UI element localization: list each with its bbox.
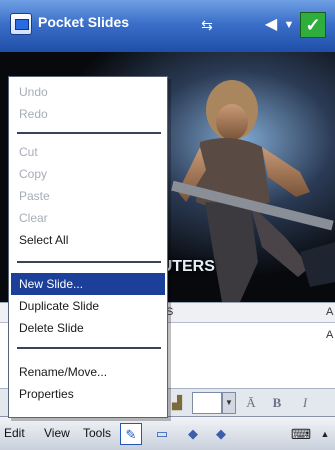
connectivity-icon[interactable]: ⇆ — [196, 14, 218, 36]
menu-item-clear[interactable]: Clear — [11, 207, 165, 229]
menu-bar: Edit View Tools ✎ ▭ ◆ ◆ ⌨ ▲ — [0, 416, 335, 450]
title-bar: Pocket Slides ⇆ ◀ ▼ ✓ — [0, 0, 335, 52]
italic-button[interactable]: I — [296, 393, 314, 413]
menu-item-cut[interactable]: Cut — [11, 141, 165, 163]
strikethrough-icon[interactable]: Ā — [242, 393, 260, 413]
edit-menu-popup: Undo Redo Cut Copy Paste Clear Select Al… — [8, 76, 168, 418]
speaker-icon[interactable]: ◀ — [260, 14, 282, 36]
notes-row-marker: A — [326, 329, 334, 341]
menu-separator — [17, 132, 161, 134]
menu-item-duplicate-slide[interactable]: Duplicate Slide — [11, 295, 165, 317]
slideshow-icon[interactable]: ▭ — [151, 423, 173, 445]
menu-item-rename-move[interactable]: Rename/Move... — [11, 361, 165, 383]
chevron-up-icon[interactable]: ▲ — [318, 423, 332, 445]
menu-item-paste[interactable]: Paste — [11, 185, 165, 207]
notes-column-header: A — [326, 306, 334, 318]
font-size-input[interactable] — [192, 392, 222, 414]
app-icon[interactable] — [10, 13, 32, 35]
signal-icon[interactable]: ▼ — [282, 14, 296, 36]
menu-item-delete-slide[interactable]: Delete Slide — [11, 317, 165, 339]
menu-separator — [17, 261, 161, 263]
menu-edit[interactable]: Edit — [4, 426, 25, 440]
previous-slide-icon[interactable]: ◆ — [182, 423, 204, 445]
menu-item-properties[interactable]: Properties — [11, 383, 165, 405]
chevron-down-icon[interactable]: ▼ — [222, 392, 236, 414]
pocket-pc-screen: Pocket Slides ⇆ ◀ ▼ ✓ PUTERS S A A ▟ ▼ Ā… — [0, 0, 335, 450]
next-slide-icon[interactable]: ◆ — [210, 423, 232, 445]
menu-item-redo[interactable]: Redo — [11, 103, 165, 125]
menu-separator — [17, 347, 161, 349]
keyboard-icon[interactable]: ⌨ — [290, 423, 312, 445]
font-color-icon[interactable]: ▟ — [168, 393, 186, 413]
app-title: Pocket Slides — [38, 14, 130, 30]
menu-view[interactable]: View — [44, 426, 70, 440]
ok-button[interactable]: ✓ — [300, 12, 326, 38]
pen-icon[interactable]: ✎ — [120, 423, 142, 445]
bold-button[interactable]: B — [268, 393, 286, 413]
menu-item-undo[interactable]: Undo — [11, 81, 165, 103]
menu-tools[interactable]: Tools — [83, 426, 111, 440]
menu-item-new-slide[interactable]: New Slide... — [11, 273, 165, 295]
menu-item-copy[interactable]: Copy — [11, 163, 165, 185]
menu-item-select-all[interactable]: Select All — [11, 229, 165, 251]
